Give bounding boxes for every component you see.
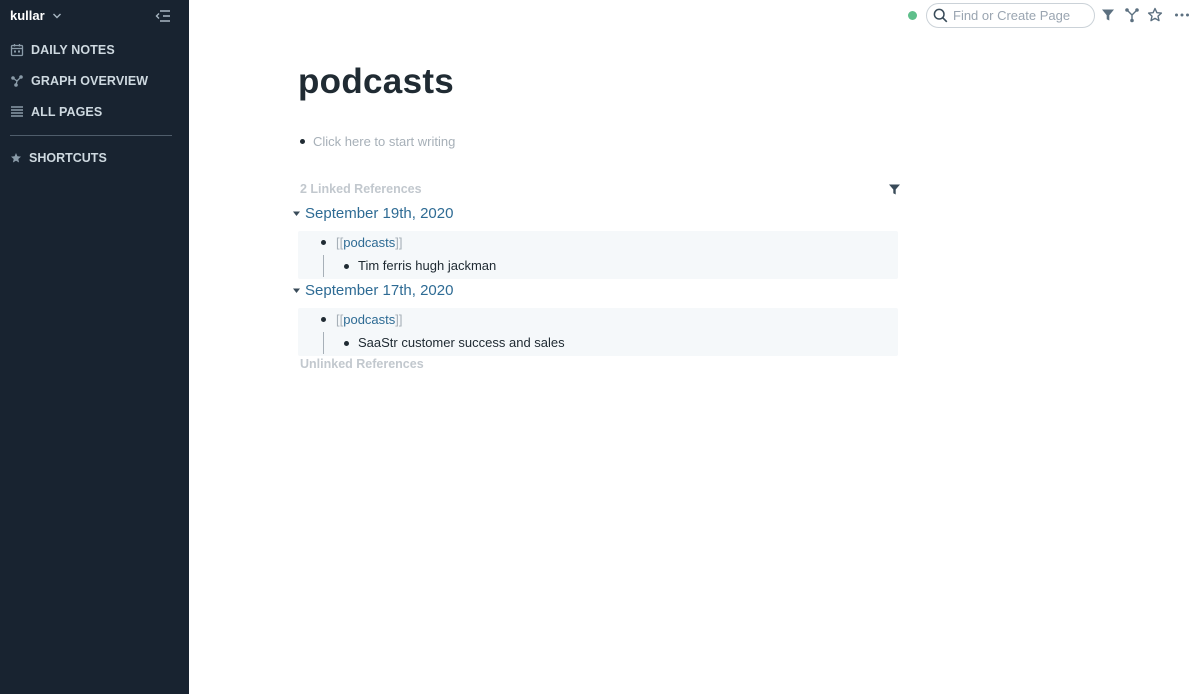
search-input[interactable]	[953, 8, 1093, 23]
more-options-icon[interactable]	[1174, 7, 1190, 23]
chevron-down-icon	[52, 13, 61, 18]
reference-page-link[interactable]: September 17th, 2020	[305, 282, 453, 299]
child-block-text[interactable]: SaaStr customer success and sales	[358, 335, 565, 350]
star-icon	[11, 153, 21, 163]
shortcuts-label: SHORTCUTS	[29, 151, 107, 165]
reference-page-link[interactable]: September 19th, 2020	[305, 205, 453, 222]
reference-block: [[podcasts]] Tim ferris hugh jackman	[298, 231, 898, 279]
shortcuts-section-title: SHORTCUTS	[10, 151, 107, 165]
block-text[interactable]: [[podcasts]]	[336, 235, 403, 250]
sidebar-divider	[10, 135, 172, 136]
block-text[interactable]: [[podcasts]]	[336, 312, 403, 327]
graph-icon	[11, 75, 23, 87]
caret-down-icon[interactable]	[292, 286, 301, 295]
link-bracket-close: ]]	[395, 312, 403, 327]
page-title[interactable]: podcasts	[298, 62, 454, 102]
block-bullet[interactable]	[321, 317, 326, 322]
linked-references-title: 2 Linked References	[300, 182, 422, 196]
calendar-icon	[10, 44, 24, 57]
block-bullet[interactable]	[300, 139, 305, 144]
unlinked-references-title[interactable]: Unlinked References	[300, 357, 424, 371]
page-link[interactable]: podcasts	[343, 312, 395, 327]
sidebar-item-all-pages[interactable]: ALL PAGES	[10, 105, 102, 119]
sidebar-item-label: ALL PAGES	[31, 105, 103, 119]
app-root: kullar DAILY NOTES GRAPH OVERVIEW ALL PA…	[0, 0, 1200, 694]
child-block-text[interactable]: Tim ferris hugh jackman	[358, 258, 496, 273]
block-bullet[interactable]	[321, 240, 326, 245]
search-bar[interactable]	[926, 3, 1095, 28]
reference-group-header[interactable]: September 19th, 2020	[292, 205, 453, 222]
star-icon[interactable]	[1147, 7, 1163, 23]
block-bullet[interactable]	[344, 341, 349, 346]
left-sidebar: kullar DAILY NOTES GRAPH OVERVIEW ALL PA…	[0, 0, 189, 694]
child-guide-line	[323, 255, 324, 277]
sidebar-item-graph-overview[interactable]: GRAPH OVERVIEW	[10, 74, 148, 88]
graph-view-icon[interactable]	[1124, 7, 1140, 23]
graph-switcher[interactable]: kullar	[10, 8, 62, 23]
sync-status-dot	[908, 11, 917, 20]
search-icon	[933, 8, 948, 23]
filter-icon[interactable]	[1100, 7, 1116, 23]
reference-block: [[podcasts]] SaaStr customer success and…	[298, 308, 898, 356]
start-writing-placeholder[interactable]: Click here to start writing	[313, 134, 455, 149]
page-link[interactable]: podcasts	[343, 235, 395, 250]
sidebar-item-label: GRAPH OVERVIEW	[31, 74, 149, 88]
caret-down-icon[interactable]	[292, 209, 301, 218]
reference-group-header[interactable]: September 17th, 2020	[292, 282, 453, 299]
filter-icon[interactable]	[888, 183, 901, 196]
link-bracket-close: ]]	[395, 235, 403, 250]
sidebar-item-daily-notes[interactable]: DAILY NOTES	[10, 43, 115, 57]
list-icon	[11, 106, 23, 117]
block-bullet[interactable]	[344, 264, 349, 269]
sidebar-item-label: DAILY NOTES	[31, 43, 115, 57]
child-guide-line	[323, 332, 324, 354]
collapse-sidebar-icon[interactable]	[154, 8, 172, 24]
graph-name: kullar	[10, 8, 45, 23]
